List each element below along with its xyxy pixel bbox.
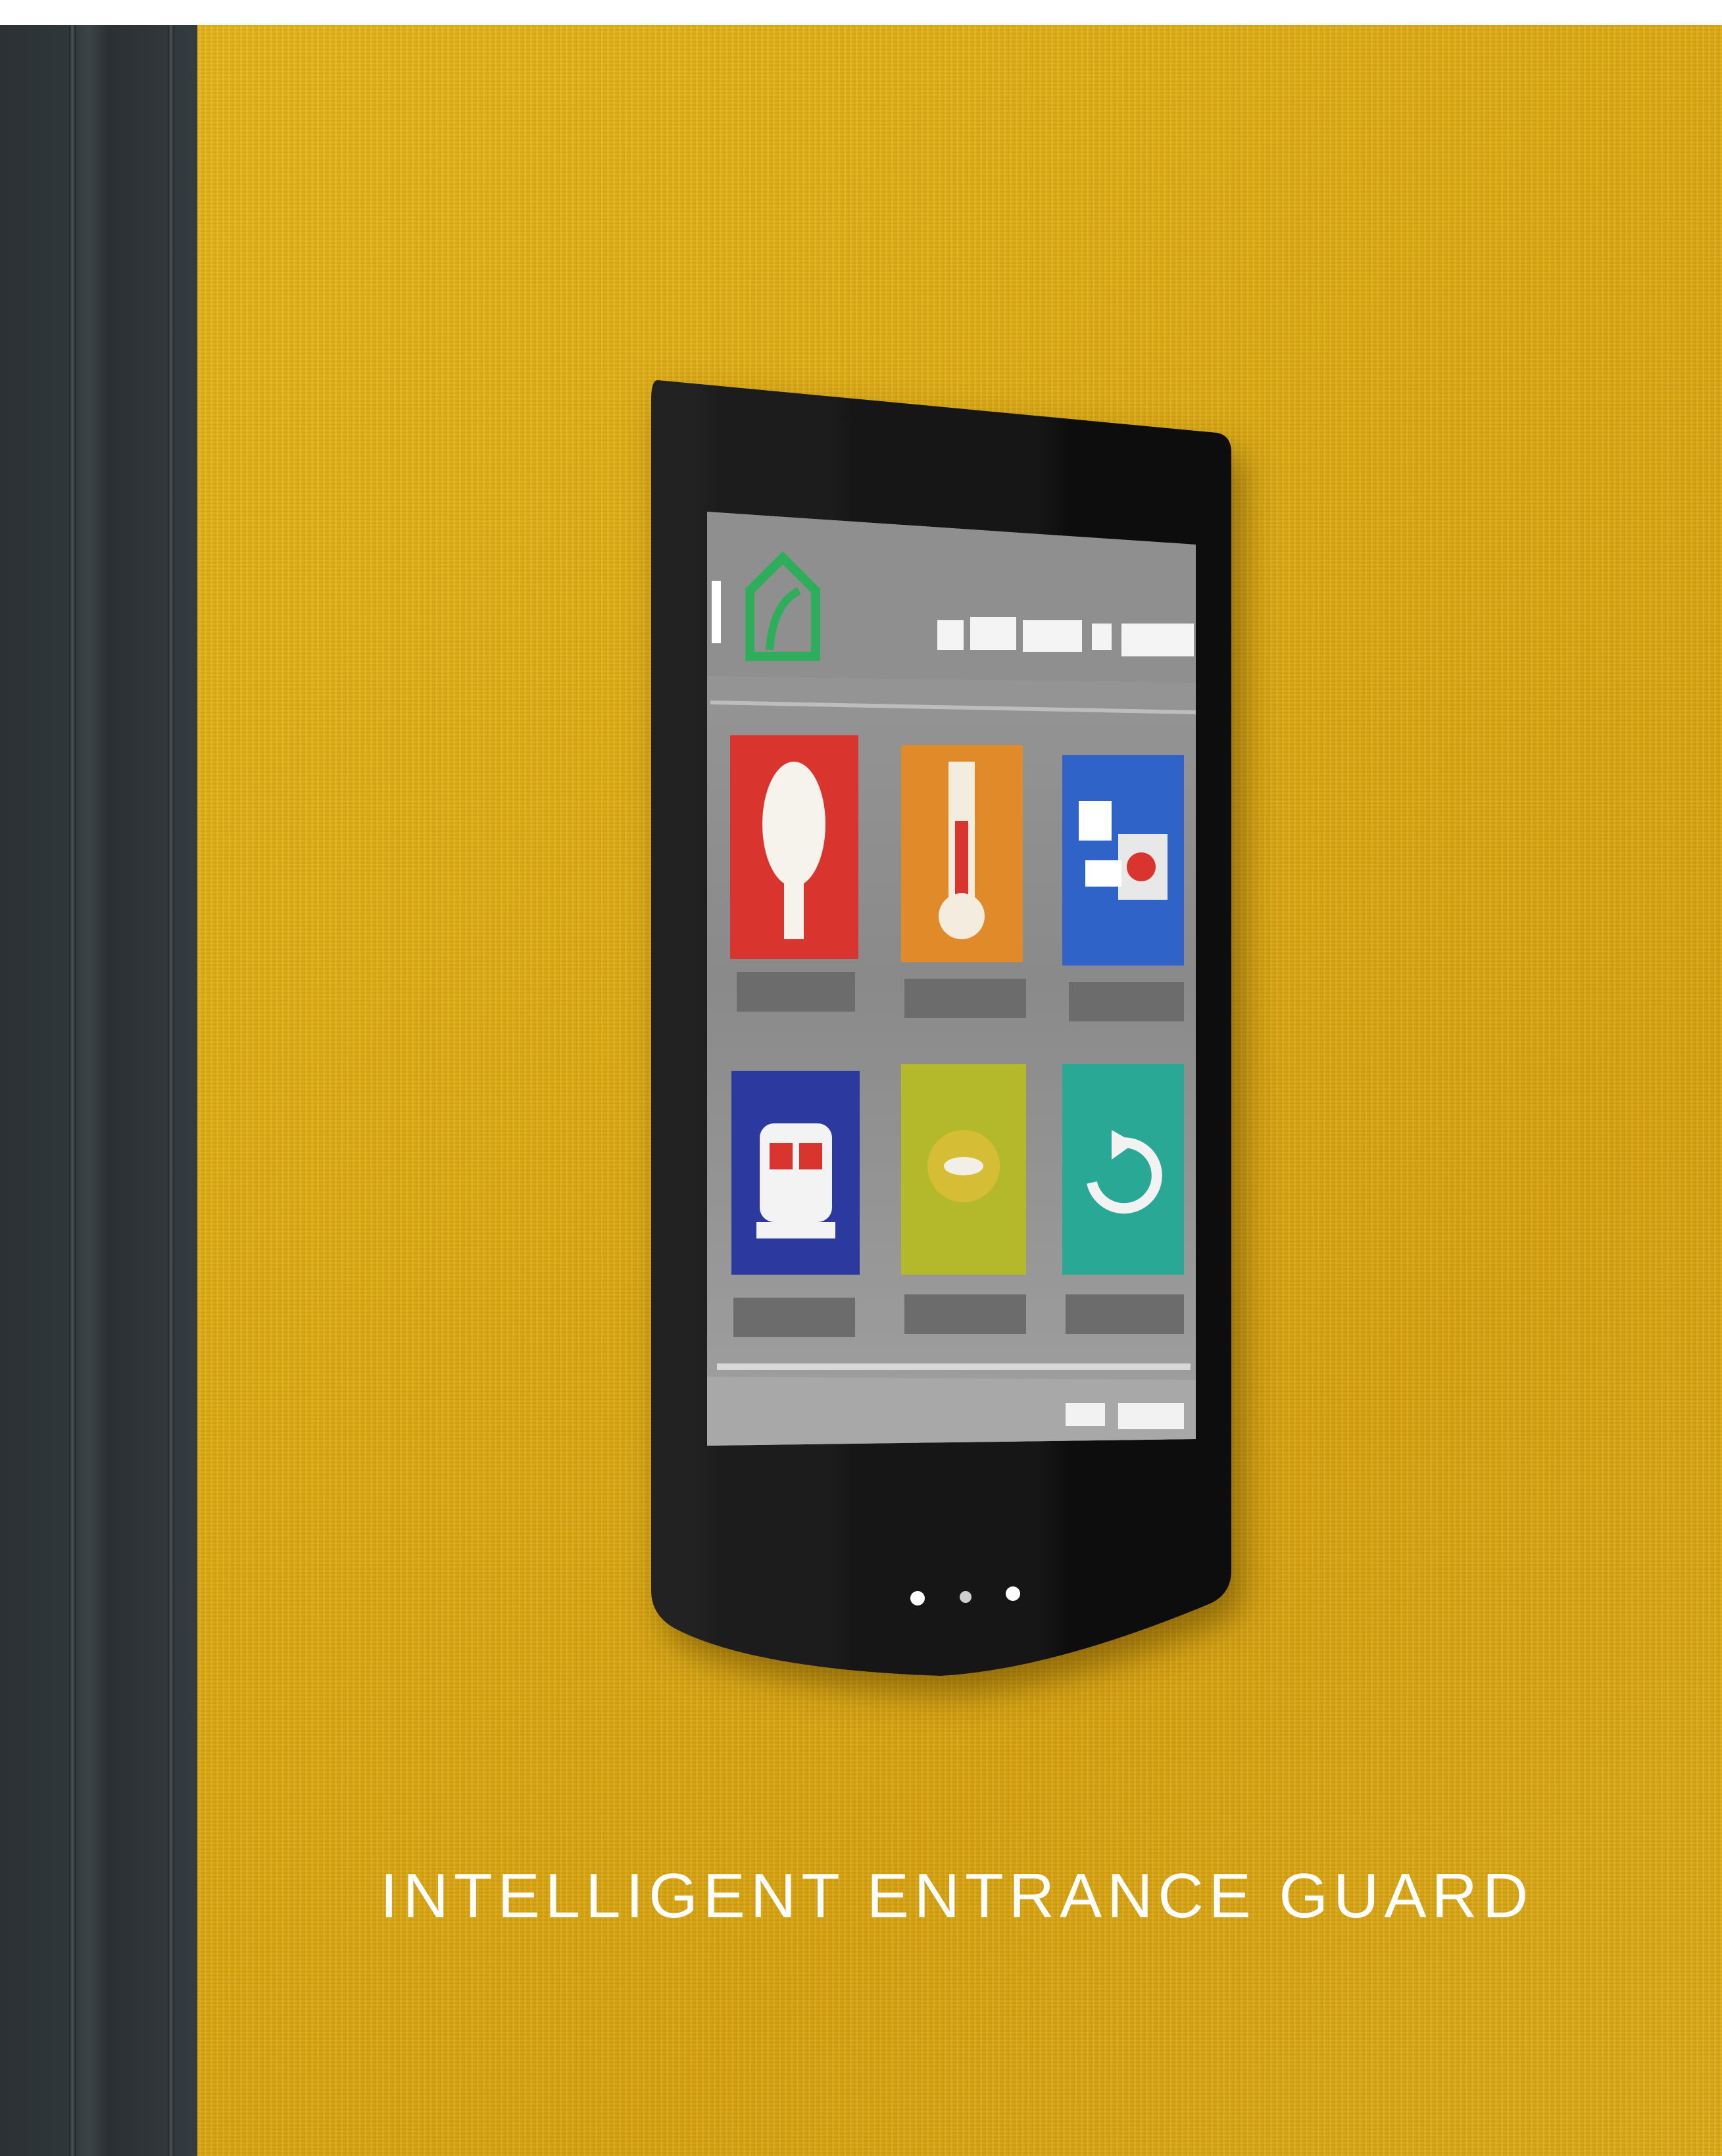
photo-stage: INTELLIGENT ENTRANCE GUARD: [0, 25, 1722, 2156]
footer-divider: [717, 1363, 1191, 1370]
product-caption: INTELLIGENT ENTRANCE GUARD: [380, 1861, 1534, 1931]
compass-icon: [927, 1130, 1000, 1202]
footer-status-text: [1066, 1403, 1184, 1429]
entrance-guard-device: [651, 380, 1231, 1676]
